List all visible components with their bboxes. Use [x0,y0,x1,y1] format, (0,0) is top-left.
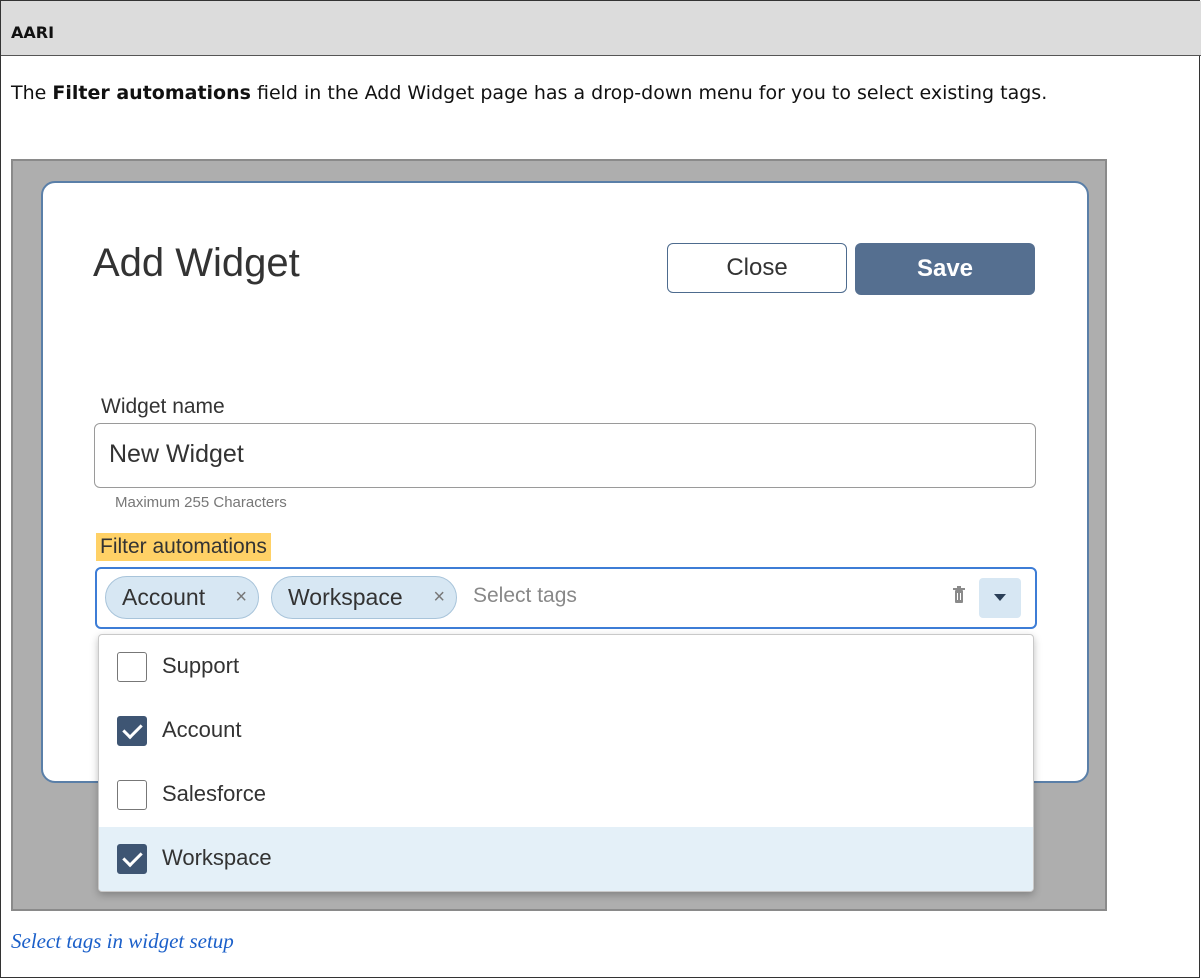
chevron-down-icon [994,594,1006,601]
remove-tag-icon[interactable]: × [433,577,445,618]
remove-tag-icon[interactable]: × [235,577,247,618]
tag-chip-account[interactable]: Account × [105,576,259,619]
tag-chip-workspace[interactable]: Workspace × [271,576,457,619]
description-text: The Filter automations field in the Add … [11,78,1181,109]
filter-automations-input[interactable]: Account × Workspace × Select tags [95,567,1037,629]
option-label: Salesforce [162,781,266,806]
widget-name-label: Widget name [101,395,225,418]
option-label: Account [162,717,242,742]
figure-caption-link[interactable]: Select tags in widget setup [11,929,234,954]
checkbox-checked[interactable] [117,716,147,746]
header-title: AARI [11,23,55,42]
filter-automations-label: Filter automations [96,533,271,561]
description-suffix: field in the Add Widget page has a drop-… [250,82,1048,104]
close-button[interactable]: Close [667,243,847,293]
option-account[interactable]: Account [99,699,1033,763]
description-bold: Filter automations [52,82,251,104]
checkbox-unchecked[interactable] [117,652,147,682]
header-row: AARI [1,1,1201,56]
option-support[interactable]: Support [99,635,1033,699]
clear-trash-icon[interactable] [953,586,965,604]
dialog-title: Add Widget [93,241,300,285]
description-prefix: The [11,82,53,104]
option-label: Workspace [162,845,272,870]
dropdown-toggle-button[interactable] [979,578,1021,618]
screenshot-image: Add Widget Close Save Widget name New Wi… [11,159,1107,911]
widget-name-hint: Maximum 255 Characters [115,494,287,511]
tag-chip-label: Account [122,584,206,610]
tag-chip-label: Workspace [288,584,403,610]
tags-dropdown-menu: Support Account Salesforce Workspace [98,634,1034,892]
option-workspace[interactable]: Workspace [99,827,1033,891]
widget-name-input[interactable]: New Widget [94,423,1036,488]
option-label: Support [162,653,240,678]
filter-placeholder: Select tags [473,584,577,607]
checkbox-checked[interactable] [117,844,147,874]
option-salesforce[interactable]: Salesforce [99,763,1033,827]
save-button[interactable]: Save [855,243,1035,295]
doc-frame: AARI The Filter automations field in the… [0,0,1201,978]
checkbox-unchecked[interactable] [117,780,147,810]
